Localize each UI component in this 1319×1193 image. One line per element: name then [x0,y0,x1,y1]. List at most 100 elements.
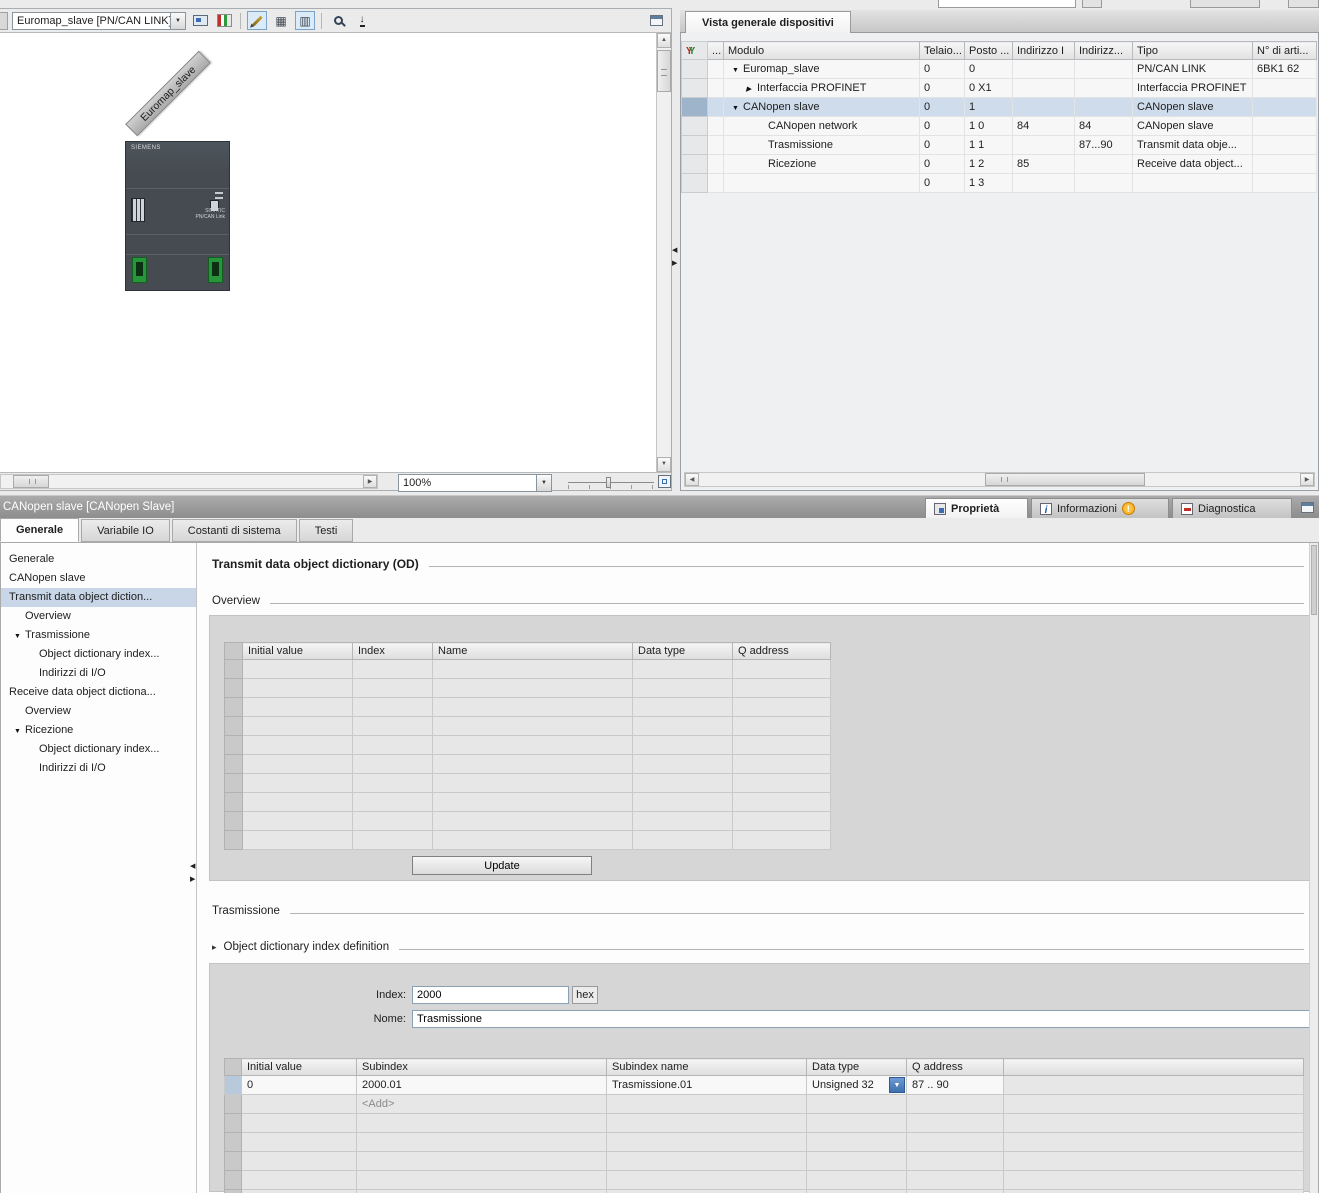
collapse-icon[interactable] [732,67,743,74]
col-subindex[interactable]: Subindex [357,1059,607,1076]
row-gutter[interactable] [682,79,708,98]
zoom-level-dropdown[interactable]: 100% ▼ [398,474,552,492]
scroll-right-icon[interactable]: ▶ [1300,473,1314,486]
cell-telaio[interactable]: 0 [920,79,965,98]
nav-transmit-data-od[interactable]: Transmit data object diction... [1,588,196,607]
scroll-left-icon[interactable]: ◀ [685,473,699,486]
tab-proprieta[interactable]: Proprietà [925,498,1028,519]
cell-ind-i[interactable] [1013,60,1075,79]
scroll-up-icon[interactable]: ▲ [657,33,671,48]
scroll-down-icon[interactable]: ▼ [657,457,671,472]
col-indirizzo-i[interactable]: Indirizzo I [1013,42,1075,60]
collapse-right-icon[interactable]: ▶ [190,876,198,883]
col-q-address[interactable]: Q address [733,643,831,660]
col-subindex-name[interactable]: Subindex name [607,1059,807,1076]
cell-data-type-dropdown[interactable]: Unsigned 32 [807,1076,907,1095]
cell-telaio[interactable]: 0 [920,98,965,117]
table-row-canopen-slave-selected[interactable]: CANopen slave 0 1 CANopen slave [682,98,1317,117]
collapse-left-icon[interactable]: ◀ [190,863,198,870]
table-row-euromap-slave[interactable]: Euromap_slave 0 0 PN/CAN LINK 6BK1 62 [682,60,1317,79]
tab-variabile-io[interactable]: Variabile IO [81,519,170,542]
cell-modulo[interactable]: Ricezione [724,155,920,174]
cell-tipo[interactable]: PN/CAN LINK [1133,60,1253,79]
cell-tipo[interactable]: CANopen slave [1133,98,1253,117]
cell-ind-q[interactable] [1075,60,1133,79]
device-name-tag[interactable]: Euromap_slave [125,51,211,137]
cell-posto[interactable]: 1 2 [965,155,1013,174]
col-initial-value[interactable]: Initial value [243,643,353,660]
table-row-trasmissione[interactable]: Trasmissione 0 1 1 87...90 Transmit data… [682,136,1317,155]
nav-canopen-slave[interactable]: CANopen slave [1,569,196,588]
network-view-icon[interactable] [190,11,210,30]
vertical-scrollbar[interactable]: ▲ ▼ [656,33,671,472]
table-row-empty-slot[interactable]: 0 1 3 [682,174,1317,193]
add-row-label[interactable]: <Add> [357,1095,607,1114]
col-data-type[interactable]: Data type [807,1059,907,1076]
vertical-scrollbar[interactable] [1309,543,1318,1193]
cell-ind-i[interactable] [1013,79,1075,98]
cell-ind-q[interactable]: 84 [1075,117,1133,136]
cell-tipo[interactable]: Receive data object... [1133,155,1253,174]
cell-telaio[interactable]: 0 [920,136,965,155]
tab-diagnostica[interactable]: Diagnostica [1172,498,1292,519]
edit-mode-icon[interactable] [247,11,267,30]
cell-ind-i[interactable]: 85 [1013,155,1075,174]
col-data-type[interactable]: Data type [633,643,733,660]
collapse-left-icon[interactable]: ◀ [672,247,680,254]
col-tipo[interactable]: Tipo [1133,42,1253,60]
fit-to-window-icon[interactable] [658,475,671,488]
row-gutter[interactable] [682,98,708,117]
collapse-icon[interactable] [732,105,743,112]
nav-splitter[interactable]: ◀▶ [190,863,198,883]
cell-posto[interactable]: 0 [965,60,1013,79]
tab-costanti-di-sistema[interactable]: Costanti di sistema [172,519,297,542]
cell-ind-i[interactable] [1013,136,1075,155]
expand-icon[interactable] [746,85,757,93]
cell-posto[interactable]: 1 0 [965,117,1013,136]
col-modulo[interactable]: Modulo [724,42,920,60]
cell-tipo[interactable]: Interfaccia PROFINET [1133,79,1253,98]
cell-ind-q[interactable] [1075,79,1133,98]
cell-modulo[interactable]: CANopen network [724,117,920,136]
scrollbar-thumb[interactable] [985,473,1145,486]
cell-modulo[interactable]: Interfaccia PROFINET [724,79,920,98]
cell-posto[interactable]: 0 X1 [965,79,1013,98]
collapse-icon[interactable] [14,722,25,740]
index-input[interactable] [412,986,569,1004]
chevron-down-icon[interactable]: ▼ [536,475,551,491]
cell-subindex[interactable]: 2000.01 [357,1076,607,1095]
cell-ind-q[interactable] [1075,98,1133,117]
cell-ind-i[interactable] [1013,98,1075,117]
zoom-slider[interactable] [568,474,654,490]
cell-articolo[interactable] [1253,117,1317,136]
nav-generale[interactable]: Generale [1,550,196,569]
collapse-right-icon[interactable]: ▶ [672,260,680,267]
col-name[interactable]: Name [433,643,633,660]
device-graphic-canvas[interactable]: Euromap_slave SIEMENS SIMATIC PN/CAN Lin… [0,33,671,472]
pn-can-link-module[interactable]: SIEMENS SIMATIC PN/CAN Link [125,141,230,291]
cell-posto[interactable]: 1 3 [965,174,1013,193]
chevron-right-icon[interactable]: ▸ [212,942,217,953]
update-button[interactable]: Update [412,856,592,875]
nav-indirizzi-io[interactable]: Indirizzi di I/O [1,664,196,683]
scroll-right-icon[interactable]: ▶ [363,475,377,488]
cell-modulo[interactable]: CANopen slave [724,98,920,117]
cell-subindex-name[interactable]: Trasmissione.01 [607,1076,807,1095]
cell-articolo[interactable] [1253,174,1317,193]
horizontal-scrollbar[interactable]: ▶ [0,474,378,489]
table-row-ricezione[interactable]: Ricezione 0 1 2 85 Receive data object..… [682,155,1317,174]
nav-object-dictionary-index[interactable]: Object dictionary index... [1,645,196,664]
cell-ind-q[interactable]: 87...90 [1075,136,1133,155]
scrollbar-thumb[interactable] [13,475,49,488]
cell-telaio[interactable]: 0 [920,174,965,193]
scrollbar-thumb[interactable] [1311,545,1317,615]
cell-q-address[interactable]: 87 .. 90 [907,1076,1004,1095]
cell-tipo[interactable]: CANopen slave [1133,117,1253,136]
cell-tipo[interactable]: Transmit data obje... [1133,136,1253,155]
table-row-interfaccia-profinet[interactable]: Interfaccia PROFINET 0 0 X1 Interfaccia … [682,79,1317,98]
row-gutter[interactable] [682,117,708,136]
cell-ind-i[interactable]: 84 [1013,117,1075,136]
col-posto[interactable]: Posto ... [965,42,1013,60]
cell-telaio[interactable]: 0 [920,155,965,174]
scrollbar-thumb[interactable] [657,50,671,92]
